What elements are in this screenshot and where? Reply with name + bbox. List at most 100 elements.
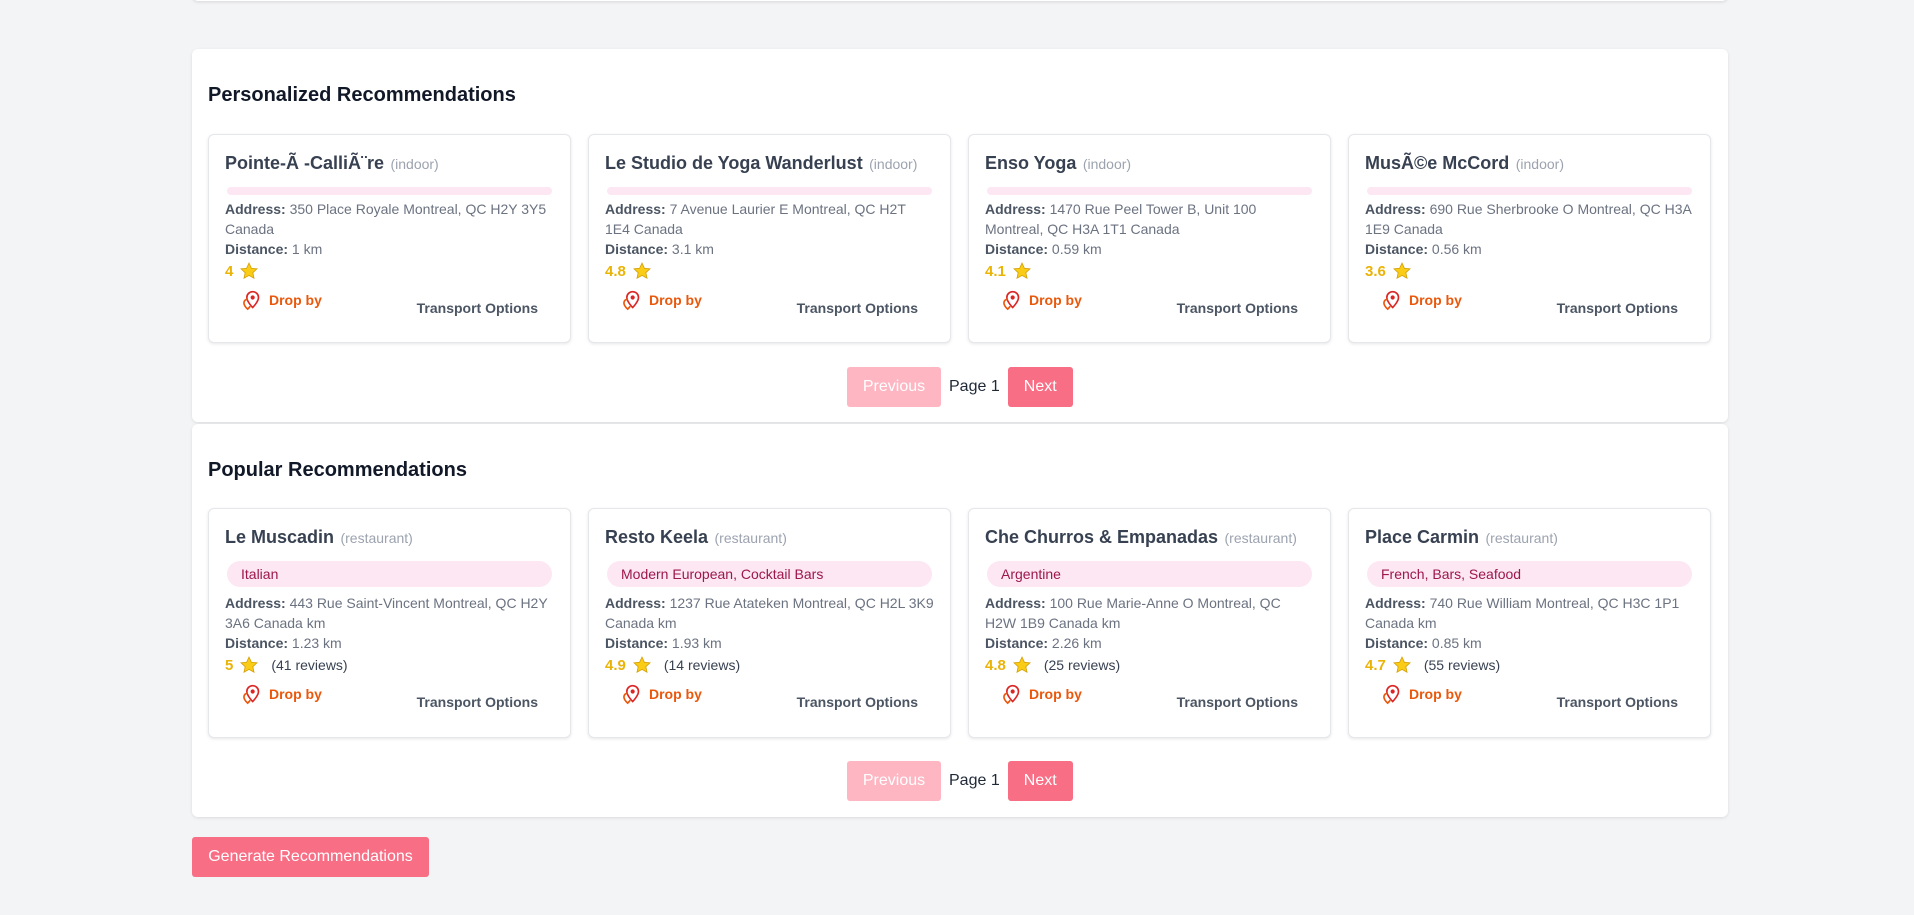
distance-value: 1.93 km [671,635,722,651]
review-count: (14 reviews) [663,657,741,673]
distance-label: Distance: [1365,241,1429,257]
drop-by-button[interactable]: Drop by [1001,683,1082,705]
address-label: Address: [985,595,1046,611]
address-line: Address: 740 Rue William Montreal, QC H3… [1365,593,1694,633]
popular-card: Le Muscadin (restaurant) Italian Address… [208,508,571,738]
rating-value: 4 [225,262,234,280]
rating-value: 4.9 [605,656,626,674]
place-name: Resto Keela [605,527,709,547]
page-indicator: Page 1 [949,772,1000,789]
map-pin-icon [623,684,640,705]
drop-by-button[interactable]: Drop by [1001,289,1082,311]
drop-by-button[interactable]: Drop by [1381,683,1462,705]
star-icon [1392,262,1411,279]
distance-label: Distance: [605,241,669,257]
star-icon [1012,262,1031,279]
rating-row: 5 (41 reviews) [225,655,348,675]
distance-label: Distance: [225,241,289,257]
card-header: MusÃ©e McCord (indoor) [1365,153,1564,174]
rating-row: 3.6 [1365,261,1412,281]
distance-line: Distance: 1 km [225,239,554,259]
drop-by-button[interactable]: Drop by [1381,289,1462,311]
drop-by-label: Drop by [1029,292,1082,308]
card-header: Pointe-Ã -CalliÃ¨re (indoor) [225,153,439,174]
distance-label: Distance: [985,241,1049,257]
personalized-card: Pointe-Ã -CalliÃ¨re (indoor) Address: 35… [208,134,571,343]
distance-value: 0.56 km [1431,241,1482,257]
drop-by-button[interactable]: Drop by [241,683,322,705]
previous-button[interactable]: Previous [847,367,941,407]
address-line: Address: 350 Place Royale Montreal, QC H… [225,199,554,239]
address-label: Address: [605,201,666,217]
map-pin-icon [243,290,260,311]
popular-card: Place Carmin (restaurant) French, Bars, … [1348,508,1711,738]
tag-bar [987,187,1312,195]
transport-options-button[interactable]: Transport Options [1177,694,1298,710]
card-details: Address: 1237 Rue Atateken Montreal, QC … [605,593,934,653]
place-name: Le Muscadin [225,527,335,547]
review-count: (55 reviews) [1423,657,1501,673]
drop-by-label: Drop by [1409,292,1462,308]
star-icon [632,656,651,673]
place-name: MusÃ©e McCord [1365,153,1510,173]
popular-title: Popular Recommendations [208,459,467,481]
drop-by-label: Drop by [1029,686,1082,702]
place-type: (indoor) [1515,156,1564,172]
rating-row: 4 [225,261,259,281]
card-details: Address: 100 Rue Marie-Anne O Montreal, … [985,593,1314,653]
card-details: Address: 1470 Rue Peel Tower B, Unit 100… [985,199,1314,259]
transport-options-button[interactable]: Transport Options [797,694,918,710]
previous-section-edge [192,0,1728,1]
place-name: Enso Yoga [985,153,1077,173]
place-name: Place Carmin [1365,527,1480,547]
transport-options-button[interactable]: Transport Options [417,694,538,710]
transport-options-button[interactable]: Transport Options [417,300,538,316]
rating-value: 4.8 [985,656,1006,674]
map-pin-icon [1383,290,1400,311]
place-name: Le Studio de Yoga Wanderlust [605,153,863,173]
star-icon [240,656,259,673]
place-name: Pointe-Ã -CalliÃ¨re [225,153,385,173]
address-label: Address: [1365,595,1426,611]
next-button[interactable]: Next [1007,367,1073,407]
transport-options-button[interactable]: Transport Options [1177,300,1298,316]
map-pin-icon [623,290,640,311]
distance-value: 1.23 km [291,635,342,651]
generate-recommendations-button[interactable]: Generate Recommendations [192,837,429,877]
transport-options-button[interactable]: Transport Options [797,300,918,316]
personalized-pagination: Previous Page 1 Next [847,367,1073,407]
drop-by-label: Drop by [1409,686,1462,702]
drop-by-button[interactable]: Drop by [621,683,702,705]
drop-by-button[interactable]: Drop by [621,289,702,311]
personalized-card: MusÃ©e McCord (indoor) Address: 690 Rue … [1348,134,1711,343]
distance-label: Distance: [985,635,1049,651]
distance-value: 0.59 km [1051,241,1102,257]
star-icon [1012,656,1031,673]
rating-value: 4.8 [605,262,626,280]
cuisine-tags: Argentine [987,561,1312,587]
personalized-card: Le Studio de Yoga Wanderlust (indoor) Ad… [588,134,951,343]
distance-line: Distance: 2.26 km [985,633,1314,653]
distance-value: 2.26 km [1051,635,1102,651]
cuisine-tags: Italian [227,561,552,587]
address-label: Address: [225,201,286,217]
place-type: (indoor) [1082,156,1132,172]
distance-label: Distance: [225,635,289,651]
transport-options-button[interactable]: Transport Options [1557,694,1678,710]
cuisine-tags: French, Bars, Seafood [1367,561,1692,587]
distance-line: Distance: 1.93 km [605,633,934,653]
rating-value: 4.1 [985,262,1006,280]
map-pin-icon [243,684,260,705]
popular-pagination: Previous Page 1 Next [847,761,1073,801]
previous-button[interactable]: Previous [847,761,941,801]
next-button[interactable]: Next [1007,761,1073,801]
card-details: Address: 443 Rue Saint-Vincent Montreal,… [225,593,554,653]
drop-by-button[interactable]: Drop by [241,289,322,311]
card-header: Le Muscadin (restaurant) [225,527,413,548]
card-header: Le Studio de Yoga Wanderlust (indoor) [605,153,917,174]
address-label: Address: [225,595,286,611]
distance-label: Distance: [605,635,669,651]
rating-row: 4.9 (14 reviews) [605,655,740,675]
card-header: Enso Yoga (indoor) [985,153,1131,174]
transport-options-button[interactable]: Transport Options [1557,300,1678,316]
